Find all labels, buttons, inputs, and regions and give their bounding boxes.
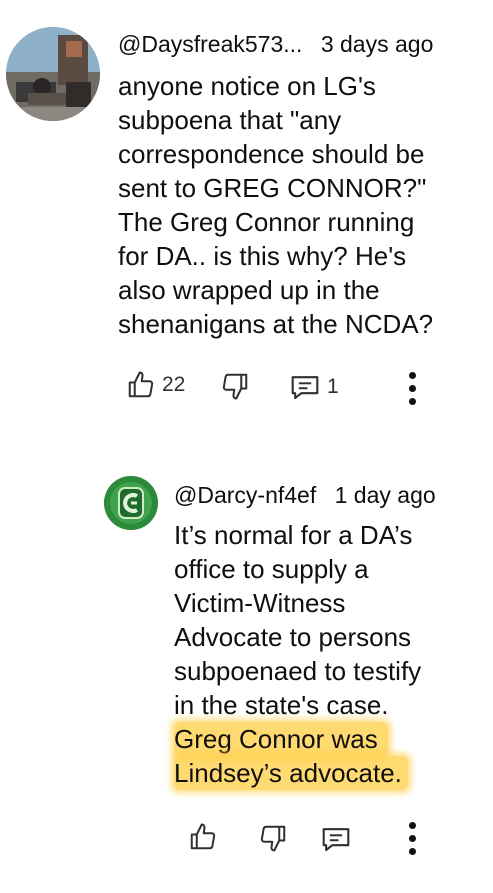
thumbs-up-icon [190, 823, 216, 850]
comment-line: also wrapped up in the [118, 275, 380, 305]
author-handle[interactable]: @Darcy-nf4ef [174, 482, 316, 508]
reply-count: 1 [327, 375, 339, 398]
comment-icon [291, 376, 319, 400]
comment-line: subpoenaed to testify [174, 656, 422, 686]
comment-text: anyone notice on LG's subpoena that "any… [118, 69, 433, 341]
comment-line: anyone notice on LG's [118, 71, 376, 101]
comment-line: shenanigans at the NCDA? [118, 309, 434, 339]
avatar[interactable] [6, 27, 100, 121]
green-logo-avatar-icon [104, 476, 158, 530]
profile-photo-icon [6, 27, 100, 121]
comment-line: Victim-Witness [174, 588, 346, 618]
comment-line: Greg Connor was [174, 722, 421, 756]
thumbs-down-icon [260, 825, 286, 852]
author-handle[interactable]: @Daysfreak573... [118, 31, 302, 57]
more-vert-icon [408, 822, 416, 829]
dislike-button[interactable] [220, 371, 250, 401]
more-vert-icon [408, 372, 416, 379]
reply-button[interactable]: 1 [289, 372, 339, 402]
thumbs-up-icon [128, 371, 154, 398]
comment-line: The Greg Connor running [118, 207, 415, 237]
comment-line: correspondence should be [118, 139, 425, 169]
comment-line: It’s normal for a DA’s [174, 520, 413, 550]
timestamp: 1 day ago [334, 482, 436, 508]
comment-line: office to supply a [174, 554, 369, 584]
like-button[interactable] [188, 822, 218, 852]
like-count: 22 [162, 373, 186, 396]
comment-line: sent to GREG CONNOR?" [118, 173, 427, 203]
comment-line: for DA.. is this why? He's [118, 241, 407, 271]
comment-header: @Darcy-nf4ef 1 day ago [174, 481, 436, 509]
comment-line: in the state's case. [174, 690, 389, 720]
dislike-button[interactable] [258, 823, 288, 853]
thumbs-down-icon [222, 373, 248, 400]
comment-header: @Daysfreak573... 3 days ago [118, 30, 433, 58]
timestamp: 3 days ago [320, 31, 434, 57]
avatar[interactable] [104, 476, 158, 530]
comment-text: It’s normal for a DA’s office to supply … [174, 518, 421, 790]
comment-line: Advocate to persons [174, 622, 412, 652]
comment-line: subpoena that "any [118, 105, 342, 135]
highlighted-text: Lindsey’s advocate. [174, 756, 408, 790]
more-options-button[interactable] [406, 372, 418, 405]
comment-line: Lindsey’s advocate. [174, 756, 421, 790]
reply-button[interactable] [320, 824, 352, 854]
like-button[interactable]: 22 [126, 370, 185, 400]
highlighted-text: Greg Connor was [174, 722, 388, 756]
comment-icon [322, 828, 350, 852]
more-options-button[interactable] [406, 822, 418, 855]
